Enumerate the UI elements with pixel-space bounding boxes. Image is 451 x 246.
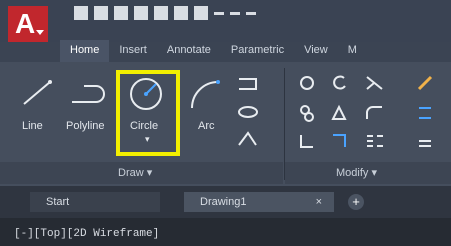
app-logo-letter: A	[15, 8, 36, 39]
move-icon[interactable]	[298, 74, 316, 92]
tab-home[interactable]: Home	[60, 40, 110, 62]
ribbon-tabs: Home Insert Annotate Parametric View M	[60, 40, 367, 62]
line-icon[interactable]	[20, 78, 54, 108]
web-mobile-icon[interactable]	[154, 6, 168, 20]
tab-start[interactable]: Start	[30, 192, 160, 212]
explode-icon[interactable]	[416, 104, 434, 122]
tab-view[interactable]: View	[294, 40, 338, 62]
redo-icon[interactable]	[230, 12, 240, 15]
customize-qat-icon[interactable]	[246, 12, 256, 15]
polyline-button-label[interactable]: Polyline	[66, 120, 105, 132]
arc-button-label[interactable]: Arc	[198, 120, 215, 132]
title-bar: A	[0, 0, 451, 42]
autocad-window: A Home Insert Annotate Parametric View M…	[0, 0, 451, 246]
hatch-icon[interactable]	[236, 104, 260, 120]
copy-icon[interactable]	[298, 104, 316, 122]
tab-annotate[interactable]: Annotate	[157, 40, 221, 62]
arc-icon[interactable]	[188, 78, 222, 112]
viewport-controls[interactable]: [-][Top][2D Wireframe]	[0, 218, 451, 246]
save-as-icon[interactable]	[134, 6, 148, 20]
modify-panel-label[interactable]: Modify ▾	[336, 166, 377, 179]
stretch-icon[interactable]	[298, 132, 316, 150]
tab-more[interactable]: M	[338, 40, 367, 62]
gradient-icon[interactable]	[236, 130, 260, 148]
array-icon[interactable]	[364, 132, 386, 150]
tab-parametric[interactable]: Parametric	[221, 40, 294, 62]
new-tab-button[interactable]: +	[348, 194, 364, 210]
polyline-icon[interactable]	[70, 82, 110, 106]
line-button-label[interactable]: Line	[22, 120, 43, 132]
trim-icon[interactable]	[364, 74, 386, 92]
tab-start-label: Start	[46, 196, 70, 208]
rectangle-icon[interactable]	[236, 76, 260, 92]
application-menu-button[interactable]: A	[8, 6, 48, 42]
close-icon[interactable]: ×	[316, 196, 322, 208]
scale-icon[interactable]	[330, 132, 348, 150]
viewport-controls-label[interactable]: [-][Top][2D Wireframe]	[14, 228, 159, 240]
export-icon[interactable]	[174, 6, 188, 20]
fillet-icon[interactable]	[364, 104, 386, 122]
quick-access-toolbar	[74, 6, 256, 24]
tab-drawing1-label: Drawing1	[200, 196, 247, 208]
new-file-icon[interactable]	[74, 6, 88, 20]
erase-icon[interactable]	[416, 74, 434, 92]
draw-panel-label[interactable]: Draw ▾	[118, 166, 152, 179]
tab-insert[interactable]: Insert	[109, 40, 157, 62]
circle-tool-highlight	[116, 70, 180, 156]
tab-drawing1[interactable]: Drawing1 ×	[184, 192, 334, 212]
chevron-down-icon	[36, 30, 44, 35]
mirror-icon[interactable]	[330, 104, 348, 122]
rotate-icon[interactable]	[330, 74, 348, 92]
undo-icon[interactable]	[214, 12, 224, 15]
offset-icon[interactable]	[416, 132, 434, 150]
print-icon[interactable]	[194, 6, 208, 20]
save-icon[interactable]	[114, 6, 128, 20]
open-folder-icon[interactable]	[94, 6, 108, 20]
